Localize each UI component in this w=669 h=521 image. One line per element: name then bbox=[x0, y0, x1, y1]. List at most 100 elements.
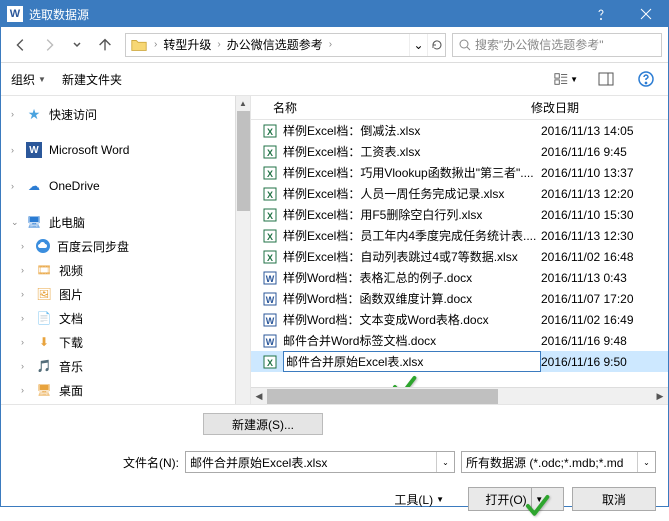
filename-input[interactable]: 邮件合并原始Excel表.xlsx ⌄ bbox=[185, 451, 455, 473]
file-row[interactable]: X样例Excel档：自动列表跳过4或7等数据.xlsx2016/11/02 16… bbox=[251, 246, 668, 267]
back-button[interactable] bbox=[8, 32, 34, 58]
sidebar-item-music[interactable]: ›🎵音乐 bbox=[1, 354, 250, 378]
file-date: 2016/11/16 9:48 bbox=[541, 334, 668, 348]
file-date: 2016/11/16 9:45 bbox=[541, 145, 668, 159]
view-menu-button[interactable]: ▼ bbox=[554, 67, 578, 91]
baidu-cloud-icon bbox=[35, 238, 51, 254]
new-folder-button[interactable]: 新建文件夹 bbox=[62, 71, 122, 88]
file-date: 2016/11/13 0:43 bbox=[541, 271, 668, 285]
sidebar-item-word[interactable]: ›WMicrosoft Word bbox=[1, 138, 250, 162]
file-date: 2016/11/07 17:20 bbox=[541, 292, 668, 306]
downloads-icon: ⬇ bbox=[35, 333, 53, 351]
sidebar-item-downloads[interactable]: ›⬇下载 bbox=[1, 330, 250, 354]
file-row[interactable]: W样例Word档：文本变成Word表格.docx2016/11/02 16:49 bbox=[251, 309, 668, 330]
refresh-button[interactable] bbox=[427, 34, 445, 56]
breadcrumb-bar[interactable]: › 转型升级 › 办公微信选题参考 › ⌄ bbox=[125, 33, 446, 57]
chevron-right-icon: › bbox=[217, 39, 220, 50]
new-source-button[interactable]: 新建源(S)... bbox=[203, 413, 323, 435]
svg-text:X: X bbox=[267, 358, 273, 368]
sidebar-item-videos[interactable]: ›🎞视频 bbox=[1, 258, 250, 282]
help-button[interactable] bbox=[578, 1, 623, 27]
word-file-icon: W bbox=[261, 291, 279, 307]
forward-button[interactable] bbox=[36, 32, 62, 58]
word-app-icon: W bbox=[7, 6, 23, 22]
file-list: X样例Excel档：倒减法.xlsx2016/11/13 14:05X样例Exc… bbox=[251, 120, 668, 387]
filetype-filter[interactable]: 所有数据源 (*.odc;*.mdb;*.md ⌄ bbox=[461, 451, 656, 473]
horizontal-scrollbar[interactable]: ◀ ▶ bbox=[251, 387, 668, 404]
word-icon: W bbox=[26, 142, 42, 158]
file-name: 邮件合并Word标签文档.docx bbox=[283, 332, 541, 349]
filter-dropdown-icon[interactable]: ⌄ bbox=[637, 452, 655, 472]
file-date: 2016/11/02 16:48 bbox=[541, 250, 668, 264]
sidebar-item-documents[interactable]: ›📄文档 bbox=[1, 306, 250, 330]
chevron-right-icon: › bbox=[329, 39, 332, 50]
scroll-left-icon[interactable]: ◀ bbox=[251, 391, 267, 402]
file-date: 2016/11/02 16:49 bbox=[541, 313, 668, 327]
sidebar-item-this-pc[interactable]: ⌄🖥此电脑 bbox=[1, 210, 250, 234]
filename-label: 文件名(N): bbox=[123, 454, 179, 471]
check-mark-annotation-1 bbox=[391, 374, 417, 387]
close-button[interactable] bbox=[623, 1, 668, 27]
file-row[interactable]: W样例Word档：函数双维度计算.docx2016/11/07 17:20 bbox=[251, 288, 668, 309]
svg-text:X: X bbox=[267, 190, 273, 200]
sidebar-item-pictures[interactable]: ›🖼图片 bbox=[1, 282, 250, 306]
file-date: 2016/11/16 9:50 bbox=[541, 355, 668, 369]
word-file-icon: W bbox=[261, 333, 279, 349]
scroll-right-icon[interactable]: ▶ bbox=[652, 391, 668, 402]
file-name: 样例Excel档：巧用Vlookup函数揪出"第三者".... bbox=[283, 164, 541, 181]
sidebar-item-quick-access[interactable]: ›★快速访问 bbox=[1, 102, 250, 126]
dialog-title: 选取数据源 bbox=[29, 6, 578, 23]
column-date[interactable]: 修改日期 bbox=[531, 99, 668, 116]
excel-file-icon: X bbox=[261, 228, 279, 244]
file-date: 2016/11/13 14:05 bbox=[541, 124, 668, 138]
excel-file-icon: X bbox=[261, 144, 279, 160]
column-name[interactable]: 名称 bbox=[251, 99, 531, 116]
excel-file-icon: X bbox=[261, 354, 279, 370]
tools-menu[interactable]: 工具(L)▼ bbox=[394, 491, 444, 508]
file-name: 样例Word档：函数双维度计算.docx bbox=[283, 290, 541, 307]
file-row[interactable]: X邮件合并原始Excel表.xlsx2016/11/16 9:50 bbox=[251, 351, 668, 372]
file-name: 样例Word档：表格汇总的例子.docx bbox=[283, 269, 541, 286]
breadcrumb-level1[interactable]: 转型升级 bbox=[163, 36, 211, 53]
filename-dropdown-icon[interactable]: ⌄ bbox=[436, 452, 454, 472]
cloud-icon: ☁ bbox=[25, 177, 43, 195]
help-icon[interactable] bbox=[634, 67, 658, 91]
excel-file-icon: X bbox=[261, 186, 279, 202]
cancel-button[interactable]: 取消 bbox=[572, 487, 656, 511]
search-placeholder: 搜索"办公微信选题参考" bbox=[475, 36, 604, 53]
file-row[interactable]: X样例Excel档：人员一周任务完成记录.xlsx2016/11/13 12:2… bbox=[251, 183, 668, 204]
file-row[interactable]: X样例Excel档：员工年内4季度完成任务统计表....2016/11/13 1… bbox=[251, 225, 668, 246]
file-name: 样例Excel档：人员一周任务完成记录.xlsx bbox=[283, 185, 541, 202]
svg-text:W: W bbox=[266, 337, 275, 347]
scroll-thumb[interactable] bbox=[237, 111, 250, 211]
breadcrumb-level2[interactable]: 办公微信选题参考 bbox=[227, 36, 323, 53]
scroll-up-icon[interactable]: ▲ bbox=[236, 96, 250, 110]
file-row[interactable]: X样例Excel档：用F5删除空白行列.xlsx2016/11/10 15:30 bbox=[251, 204, 668, 225]
preview-pane-button[interactable] bbox=[594, 67, 618, 91]
file-row[interactable]: W 邮件合并Word标签文档.docx2016/11/16 9:48 bbox=[251, 330, 668, 351]
svg-text:X: X bbox=[267, 232, 273, 242]
open-button[interactable]: 打开(O) ▼ bbox=[468, 487, 564, 511]
file-row[interactable]: X 样例Excel档：巧用Vlookup函数揪出"第三者"....2016/11/… bbox=[251, 162, 668, 183]
breadcrumb-dropdown[interactable]: ⌄ bbox=[409, 34, 427, 56]
recent-dropdown[interactable] bbox=[64, 32, 90, 58]
file-list-header[interactable]: 名称 修改日期 bbox=[251, 96, 668, 120]
sidebar-scrollbar[interactable]: ▲ bbox=[235, 96, 250, 404]
svg-text:X: X bbox=[267, 169, 273, 179]
sidebar-item-baidu[interactable]: ›百度云同步盘 bbox=[1, 234, 250, 258]
organize-menu[interactable]: 组织▼ bbox=[11, 71, 46, 88]
file-row[interactable]: X样例Excel档：工资表.xlsx2016/11/16 9:45 bbox=[251, 141, 668, 162]
sidebar-item-desktop[interactable]: ›🖥桌面 bbox=[1, 378, 250, 402]
file-date: 2016/11/10 13:37 bbox=[541, 166, 668, 180]
search-input[interactable]: 搜索"办公微信选题参考" bbox=[452, 33, 662, 57]
file-name: 样例Excel档：倒减法.xlsx bbox=[283, 122, 541, 139]
hscroll-thumb[interactable] bbox=[267, 389, 498, 404]
file-row[interactable]: X样例Excel档：倒减法.xlsx2016/11/13 14:05 bbox=[251, 120, 668, 141]
up-button[interactable] bbox=[92, 32, 118, 58]
sidebar-item-onedrive[interactable]: ›☁OneDrive bbox=[1, 174, 250, 198]
svg-text:X: X bbox=[267, 148, 273, 158]
desktop-icon: 🖥 bbox=[35, 381, 53, 399]
navigation-sidebar: ›★快速访问 ›WMicrosoft Word ›☁OneDrive ⌄🖥此电脑… bbox=[1, 96, 251, 404]
svg-text:X: X bbox=[267, 253, 273, 263]
file-row[interactable]: W样例Word档：表格汇总的例子.docx2016/11/13 0:43 bbox=[251, 267, 668, 288]
